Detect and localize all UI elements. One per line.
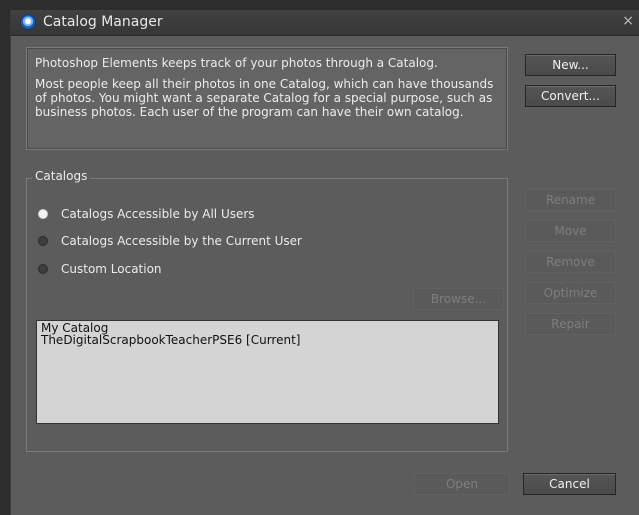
rename-button[interactable]: Rename	[525, 189, 616, 211]
radio-button[interactable]	[38, 236, 48, 246]
close-icon[interactable]: ×	[622, 13, 634, 29]
radio-custom-location-label: Custom Location	[61, 262, 162, 276]
title-bar[interactable]: Catalog Manager ×	[11, 10, 639, 36]
convert-button[interactable]: Convert...	[525, 85, 616, 107]
cancel-button[interactable]: Cancel	[523, 473, 616, 495]
window-title: Catalog Manager	[43, 14, 163, 30]
list-item[interactable]: TheDigitalScrapbookTeacherPSE6 [Current]	[41, 334, 494, 346]
radio-current-user-label: Catalogs Accessible by the Current User	[61, 234, 302, 248]
open-button[interactable]: Open	[414, 473, 510, 495]
repair-button[interactable]: Repair	[525, 313, 616, 335]
catalogs-group-label: Catalogs	[32, 169, 91, 183]
radio-button[interactable]	[38, 264, 48, 274]
info-text-line2: Most people keep all their photos in one…	[35, 77, 494, 119]
radio-button-checked[interactable]	[38, 209, 48, 219]
move-button[interactable]: Move	[525, 220, 616, 242]
optimize-button[interactable]: Optimize	[525, 282, 616, 304]
remove-button[interactable]: Remove	[525, 251, 616, 273]
browse-button[interactable]: Browse...	[413, 288, 504, 310]
new-button[interactable]: New...	[525, 54, 616, 76]
catalog-list[interactable]: My Catalog TheDigitalScrapbookTeacherPSE…	[36, 320, 499, 424]
radio-all-users-label: Catalogs Accessible by All Users	[61, 207, 255, 221]
radio-custom-location[interactable]: Custom Location	[38, 261, 162, 277]
photoshop-elements-icon	[20, 14, 36, 30]
info-panel: Photoshop Elements keeps track of your p…	[26, 47, 508, 150]
info-text-line1: Photoshop Elements keeps track of your p…	[35, 56, 438, 70]
radio-current-user[interactable]: Catalogs Accessible by the Current User	[38, 233, 302, 249]
radio-all-users[interactable]: Catalogs Accessible by All Users	[38, 206, 255, 222]
